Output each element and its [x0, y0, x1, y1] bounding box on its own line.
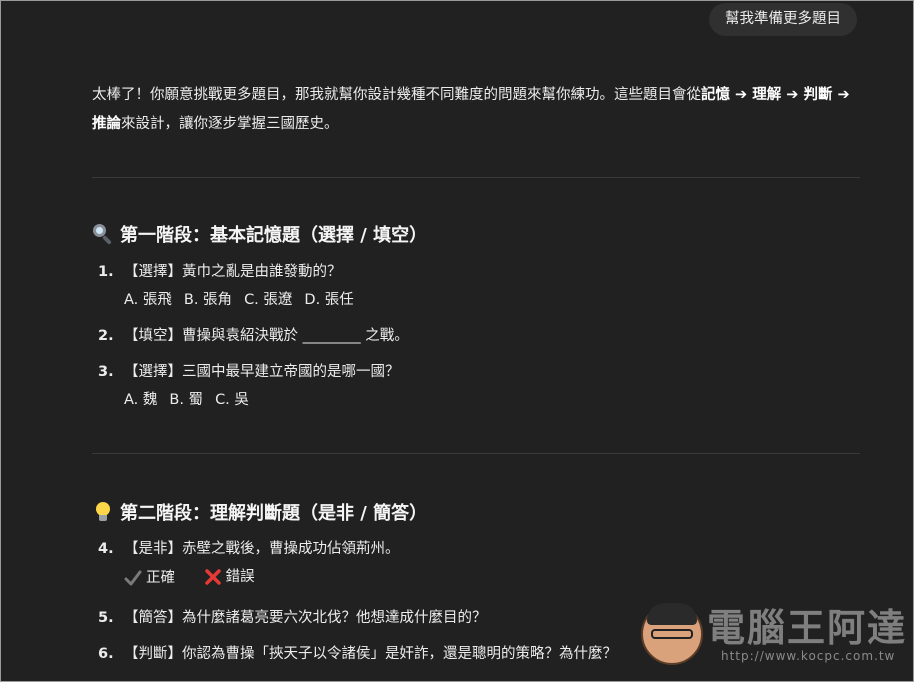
option: C. 張遼 — [244, 292, 293, 308]
assistant-response: 太棒了！你願意挑戰更多題目，那我就幫你設計幾種不同難度的問題來幫你練功。這些題目… — [92, 81, 860, 662]
magnifier-icon — [92, 223, 114, 245]
mark-wrong: 錯誤 — [204, 563, 267, 591]
lightbulb-icon — [92, 501, 114, 523]
question-text: 【簡答】為什麼諸葛亮要六次北伐？他想達成什麼目的？ — [124, 610, 487, 626]
option: D. 張任 — [304, 292, 354, 308]
question-number: 5. — [98, 610, 114, 626]
intro-text-1: 太棒了！你願意挑戰更多題目，那我就幫你設計幾種不同難度的問題來幫你練功。這些題目… — [92, 87, 701, 103]
question-list-1: 1. 【選擇】黃巾之亂是由誰發動的？ A. 張飛 B. 張角 C. 張遼 D. 張任 … — [92, 258, 860, 414]
section-title-text: 第一階段：基本記憶題（選擇 / 填空） — [120, 225, 428, 246]
question-number: 1. — [98, 264, 114, 280]
question-text: 【選擇】黃巾之亂是由誰發動的？ — [124, 264, 342, 280]
question-text: 【判斷】你認為曹操「挾天子以令諸侯」是奸詐，還是聰明的策略？為什麼？ — [124, 646, 617, 662]
divider — [92, 177, 860, 178]
cross-icon — [204, 569, 221, 585]
mark-label: 正確 — [146, 570, 175, 586]
section-title-text: 第二階段：理解判斷題（是非 / 簡答） — [120, 503, 428, 524]
true-false-marks: 正確 錯誤 — [124, 563, 860, 596]
question-number: 6. — [98, 646, 114, 662]
question-number: 4. — [98, 541, 114, 557]
intro-paragraph: 太棒了！你願意挑戰更多題目，那我就幫你設計幾種不同難度的問題來幫你練功。這些題目… — [92, 81, 860, 139]
question-list-2: 4. 【是非】赤壁之戰後，曹操成功佔領荊州。 正確 錯誤 5. 【簡答】為什麼諸… — [92, 535, 860, 668]
intro-text-2: 來設計，讓你逐步掌握三國歷史。 — [121, 116, 339, 132]
question-number: 2. — [98, 328, 114, 344]
question-options: A. 張飛 B. 張角 C. 張遼 D. 張任 — [124, 286, 860, 314]
check-icon — [124, 570, 142, 586]
question-item: 1. 【選擇】黃巾之亂是由誰發動的？ A. 張飛 B. 張角 C. 張遼 D. 張任 — [92, 258, 860, 314]
question-item: 5. 【簡答】為什麼諸葛亮要六次北伐？他想達成什麼目的？ — [92, 604, 860, 632]
divider — [92, 453, 860, 454]
section-title-2: 第二階段：理解判斷題（是非 / 簡答） — [92, 499, 427, 525]
chat-window: 幫我準備更多題目 太棒了！你願意挑戰更多題目，那我就幫你設計幾種不同難度的問題來… — [0, 0, 914, 682]
question-text: 【是非】赤壁之戰後，曹操成功佔領荊州。 — [124, 541, 400, 557]
option: A. 張飛 — [124, 292, 172, 308]
question-text: 【填空】曹操與袁紹決戰於 ________ 之戰。 — [124, 328, 409, 344]
mark-label: 錯誤 — [225, 569, 255, 585]
option: B. 張角 — [183, 292, 233, 308]
question-item: 2. 【填空】曹操與袁紹決戰於 ________ 之戰。 — [92, 322, 860, 350]
question-options: A. 魏 B. 蜀 C. 吳 — [124, 386, 860, 414]
option: A. 魏 — [124, 392, 158, 408]
question-item: 6. 【判斷】你認為曹操「挾天子以令諸侯」是奸詐，還是聰明的策略？為什麼？ — [92, 640, 860, 668]
user-message-bubble: 幫我準備更多題目 — [709, 3, 857, 36]
question-item: 3. 【選擇】三國中最早建立帝國的是哪一國？ A. 魏 B. 蜀 C. 吳 — [92, 358, 860, 414]
option: B. 蜀 — [169, 392, 204, 408]
question-item: 4. 【是非】赤壁之戰後，曹操成功佔領荊州。 正確 錯誤 — [92, 535, 860, 596]
option: C. 吳 — [215, 392, 249, 408]
question-number: 3. — [98, 364, 114, 380]
section-title-1: 第一階段：基本記憶題（選擇 / 填空） — [92, 221, 427, 247]
question-text: 【選擇】三國中最早建立帝國的是哪一國？ — [124, 364, 400, 380]
mark-correct: 正確 — [124, 564, 187, 592]
